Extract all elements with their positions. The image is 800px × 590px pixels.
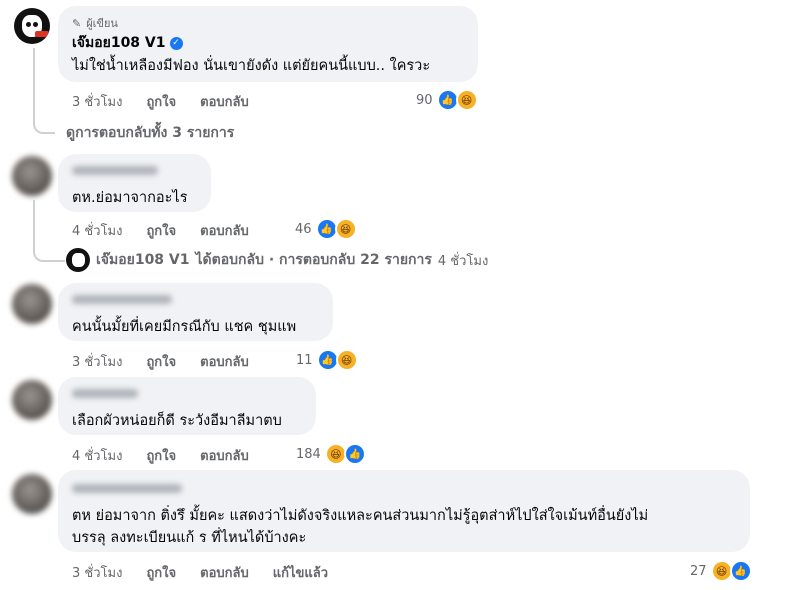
reaction-count: 11 — [296, 352, 313, 368]
comment-actions: 4 ชั่วโมง ถูกใจ ตอบกลับ — [72, 445, 249, 466]
comment-author[interactable] — [72, 389, 138, 398]
comment-text: คนนั้นมั้ยที่เคยมีกรณีกับ แชค ชุมแพ — [72, 319, 297, 335]
comment-text: เลือกผัวหน่อยก็ดี ระวังอีมาลีมาตบ — [72, 413, 282, 429]
commenter-avatar[interactable] — [12, 284, 52, 324]
pencil-icon: ✎ — [72, 16, 82, 30]
comment-author[interactable] — [72, 484, 182, 493]
reply-button[interactable]: ตอบกลับ — [200, 562, 249, 583]
comment-author[interactable] — [72, 295, 172, 304]
commenter-avatar[interactable] — [14, 8, 50, 44]
haha-reaction-icon: 😆 — [334, 218, 357, 240]
haha-reaction-icon: 😆 — [455, 89, 478, 111]
reply-button[interactable]: ตอบกลับ — [200, 445, 249, 466]
comment-time[interactable]: 3 ชั่วโมง — [72, 562, 122, 583]
edited-label: แก้ไขแล้ว — [272, 566, 329, 581]
commenter-avatar[interactable] — [12, 380, 52, 420]
reply-button[interactable]: ตอบกลับ — [200, 220, 249, 241]
reaction-summary[interactable]: 184 😆 👍 — [296, 443, 366, 465]
comment-bubble: คนนั้นมั้ยที่เคยมีกรณีกับ แชค ชุมแพ — [58, 283, 333, 341]
comment-bubble: เลือกผัวหน่อยก็ดี ระวังอีมาลีมาตบ — [58, 377, 316, 435]
comment-actions: 3 ชั่วโมง ถูกใจ ตอบกลับ — [72, 91, 249, 112]
reply-button[interactable]: ตอบกลับ — [200, 351, 249, 372]
comment-author[interactable] — [72, 166, 158, 175]
reaction-count: 27 — [690, 563, 707, 579]
comment-text: ไม่ใช่น้ำเหลืองมีฟอง นั่นเขายังดัง แต่ยั… — [72, 58, 431, 74]
thread-line — [33, 200, 65, 262]
comment-text-line-2: บรรลุ ลงทะเบียนแก้ ร ที่ไหนได้บ้างคะ — [72, 530, 307, 546]
like-reaction-icon: 👍 — [343, 443, 366, 465]
haha-reaction-icon: 😆 — [335, 349, 358, 371]
view-replies-link[interactable]: ดูการตอบกลับทั้ง 3 รายการ — [66, 122, 234, 144]
verified-badge-icon: ✓ — [169, 36, 183, 50]
reaction-count: 184 — [296, 446, 321, 462]
comment-text-line-1: ตห ย่อมาจาก ติ่งรึ มั้ยคะ แสดงว่าไม่ดังจ… — [72, 508, 649, 524]
reaction-count: 46 — [295, 221, 312, 237]
comment-actions: 3 ชั่วโมง ถูกใจ ตอบกลับ — [72, 351, 249, 372]
comment-time[interactable]: 3 ชั่วโมง — [72, 91, 122, 112]
reply-summary-time: 4 ชั่วโมง — [437, 253, 489, 269]
comment-time[interactable]: 4 ชั่วโมง — [72, 220, 122, 241]
reply-summary-text: ได้ตอบกลับ · การตอบกลับ 22 รายการ — [195, 252, 432, 268]
like-button[interactable]: ถูกใจ — [146, 351, 176, 372]
reaction-summary[interactable]: 90 👍 😆 — [416, 89, 478, 111]
author-badge: ✎ ผู้เขียน — [72, 16, 118, 31]
comment-author[interactable]: เจ๊มอย108 V1 ✓ — [72, 32, 183, 54]
like-button[interactable]: ถูกใจ — [146, 562, 176, 583]
comment-bubble: ✎ ผู้เขียน เจ๊มอย108 V1 ✓ ไม่ใช่น้ำเหลือง… — [58, 6, 478, 82]
comment-time[interactable]: 3 ชั่วโมง — [72, 351, 122, 372]
commenter-avatar[interactable] — [12, 474, 52, 514]
comment-time[interactable]: 4 ชั่วโมง — [72, 445, 122, 466]
reaction-count: 90 — [416, 92, 433, 108]
reply-author-avatar — [66, 248, 90, 272]
thread-line — [33, 48, 55, 134]
comment-actions: 3 ชั่วโมง ถูกใจ ตอบกลับ แก้ไขแล้ว — [72, 562, 328, 583]
reaction-summary[interactable]: 27 😆 👍 — [690, 560, 752, 582]
reply-button[interactable]: ตอบกลับ — [200, 91, 249, 112]
reaction-summary[interactable]: 46 👍 😆 — [295, 218, 357, 240]
commenter-avatar[interactable] — [12, 156, 52, 196]
like-button[interactable]: ถูกใจ — [146, 220, 176, 241]
comment-text: ตห.ย่อมาจากอะไร — [72, 190, 188, 206]
reaction-summary[interactable]: 11 👍 😆 — [296, 349, 358, 371]
reply-author: เจ๊มอย108 V1 — [96, 252, 190, 268]
like-button[interactable]: ถูกใจ — [146, 91, 176, 112]
like-reaction-icon: 👍 — [729, 560, 752, 582]
like-button[interactable]: ถูกใจ — [146, 445, 176, 466]
comment-bubble: ตห.ย่อมาจากอะไร — [58, 154, 211, 212]
comment-bubble: ตห ย่อมาจาก ติ่งรึ มั้ยคะ แสดงว่าไม่ดังจ… — [58, 470, 750, 552]
comment-actions: 4 ชั่วโมง ถูกใจ ตอบกลับ — [72, 220, 249, 241]
reply-summary-link[interactable]: เจ๊มอย108 V1 ได้ตอบกลับ · การตอบกลับ 22 … — [66, 248, 488, 272]
